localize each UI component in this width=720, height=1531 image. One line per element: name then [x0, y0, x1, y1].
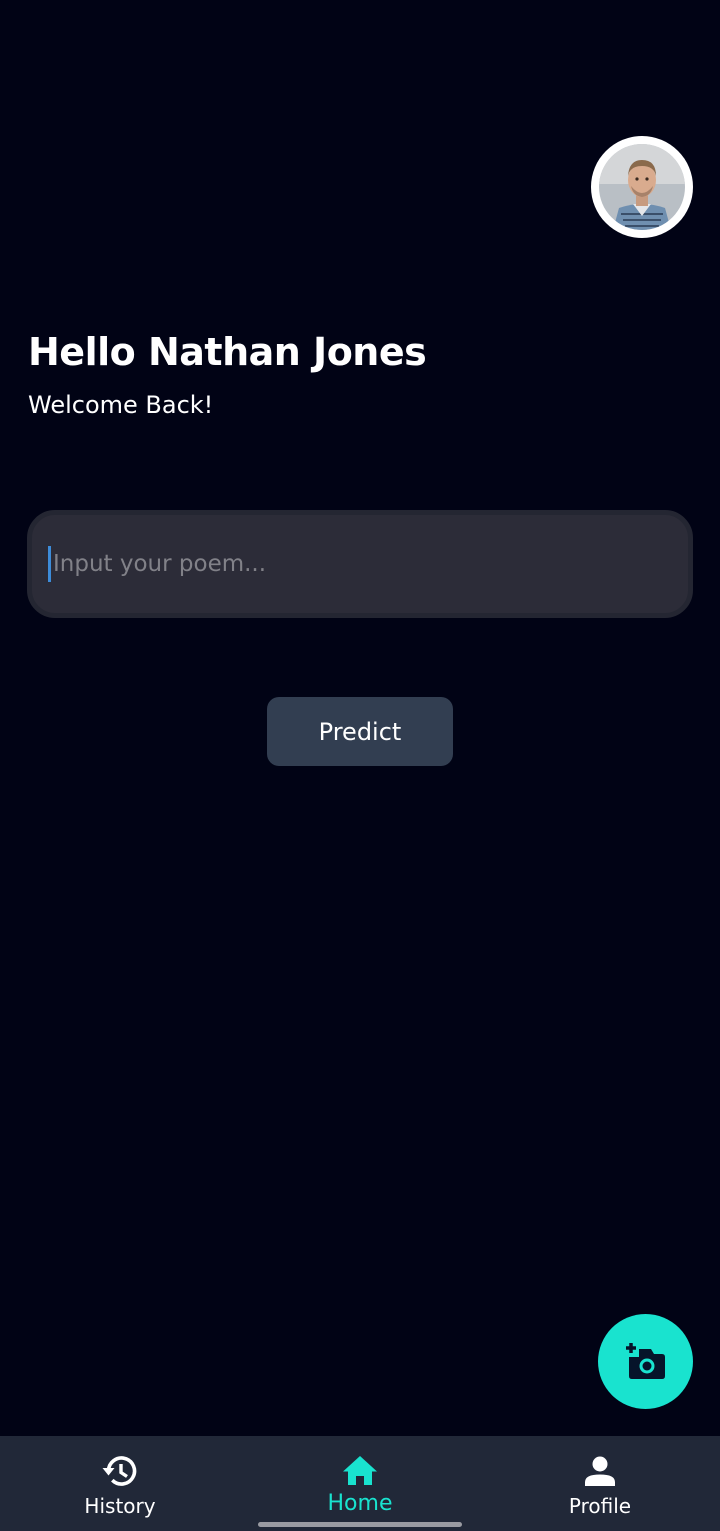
home-screen: Hello Nathan Jones Welcome Back! Input y… [0, 0, 720, 1531]
poem-input[interactable]: Input your poem... [27, 510, 693, 618]
bottom-navigation: History Home Profile [0, 1436, 720, 1531]
add-photo-button[interactable] [598, 1314, 693, 1409]
nav-label-profile: Profile [568, 1494, 632, 1518]
add-photo-camera-icon [625, 1342, 665, 1379]
avatar[interactable] [591, 136, 693, 238]
nav-item-home[interactable]: Home [240, 1436, 480, 1531]
nav-item-history[interactable]: History [0, 1436, 240, 1531]
predict-button[interactable]: Predict [267, 697, 453, 766]
user-photo-icon [599, 144, 685, 230]
home-indicator-bar[interactable] [258, 1522, 462, 1527]
welcome-subtitle: Welcome Back! [28, 391, 214, 419]
page-title: Hello Nathan Jones [28, 330, 427, 374]
home-icon [343, 1456, 377, 1485]
nav-label-home: Home [327, 1491, 393, 1516]
nav-label-history: History [84, 1494, 156, 1518]
history-icon [102, 1456, 137, 1486]
poem-input-placeholder: Input your poem... [53, 551, 267, 577]
nav-item-profile[interactable]: Profile [480, 1436, 720, 1531]
text-cursor [48, 546, 51, 582]
person-icon [585, 1456, 615, 1486]
